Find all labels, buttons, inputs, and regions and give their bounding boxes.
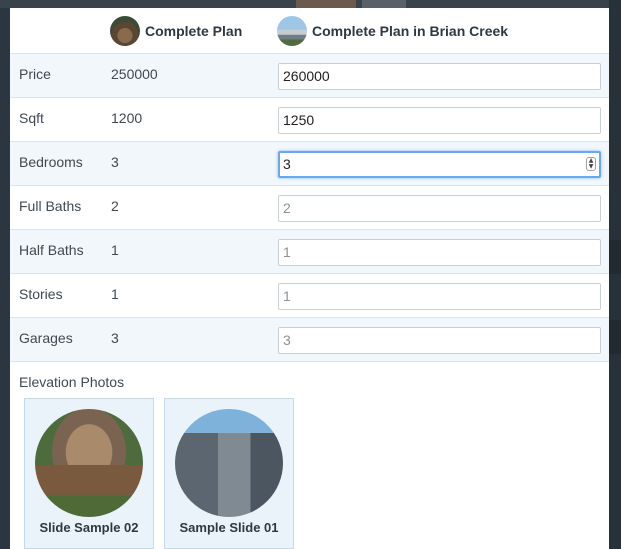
base-value: 250000 <box>111 66 158 82</box>
house-photo <box>35 409 143 517</box>
base-value: 2 <box>111 198 119 214</box>
base-value: 1 <box>111 286 119 302</box>
elevation-photo-card[interactable]: Sample Slide 01 <box>164 398 294 549</box>
row-label: Full Baths <box>19 198 82 214</box>
stories-input[interactable]: 1 <box>278 283 601 310</box>
elevation-photo-card[interactable]: Slide Sample 02 <box>24 398 154 549</box>
half-baths-input[interactable]: 1 <box>278 239 601 266</box>
background-thumbnail <box>362 0 406 8</box>
base-value: 3 <box>111 154 119 170</box>
row-label: Price <box>19 66 51 82</box>
house-photo <box>175 409 283 517</box>
row-garages: Garages 3 3 <box>10 318 609 362</box>
base-value: 1200 <box>111 110 143 126</box>
plan-header-brian-creek: Complete Plan in Brian Creek <box>277 8 508 54</box>
plan-header-complete-plan: Complete Plan <box>110 8 242 54</box>
sqft-input[interactable]: 1250 <box>278 107 601 134</box>
bedrooms-input[interactable]: 3 ▲ ▼ <box>278 151 601 178</box>
elevation-photos-title: Elevation Photos <box>19 374 125 390</box>
plan-title: Complete Plan <box>145 23 243 39</box>
house-photo-icon <box>110 16 140 46</box>
background-band <box>609 320 621 354</box>
base-value: 3 <box>111 330 119 346</box>
background-thumbnail <box>296 0 356 8</box>
row-stories: Stories 1 1 <box>10 274 609 318</box>
photo-caption: Slide Sample 02 <box>39 520 139 535</box>
row-label: Sqft <box>19 110 44 126</box>
comparison-header: Complete Plan Complete Plan in Brian Cre… <box>10 8 609 54</box>
garages-input[interactable]: 3 <box>278 327 601 354</box>
plan-title: Complete Plan in Brian Creek <box>312 23 509 39</box>
base-value: 1 <box>111 242 119 258</box>
spinner-arrows-icon[interactable]: ▲ ▼ <box>586 157 596 171</box>
compare-plans-modal: Complete Plan Complete Plan in Brian Cre… <box>10 8 609 549</box>
row-label: Half Baths <box>19 242 84 258</box>
price-input[interactable]: 260000 <box>278 63 601 90</box>
bedrooms-value: 3 <box>283 156 291 172</box>
row-label: Garages <box>19 330 73 346</box>
row-half-baths: Half Baths 1 1 <box>10 230 609 274</box>
row-label: Bedrooms <box>19 154 83 170</box>
house-photo-icon <box>277 16 307 46</box>
full-baths-input[interactable]: 2 <box>278 195 601 222</box>
row-price: Price 250000 260000 <box>10 54 609 98</box>
photo-caption: Sample Slide 01 <box>179 520 279 535</box>
background-panel <box>609 0 621 549</box>
row-full-baths: Full Baths 2 2 <box>10 186 609 230</box>
row-sqft: Sqft 1200 1250 <box>10 98 609 142</box>
row-label: Stories <box>19 286 63 302</box>
background-band <box>609 240 621 274</box>
row-bedrooms: Bedrooms 3 3 ▲ ▼ <box>10 142 609 186</box>
